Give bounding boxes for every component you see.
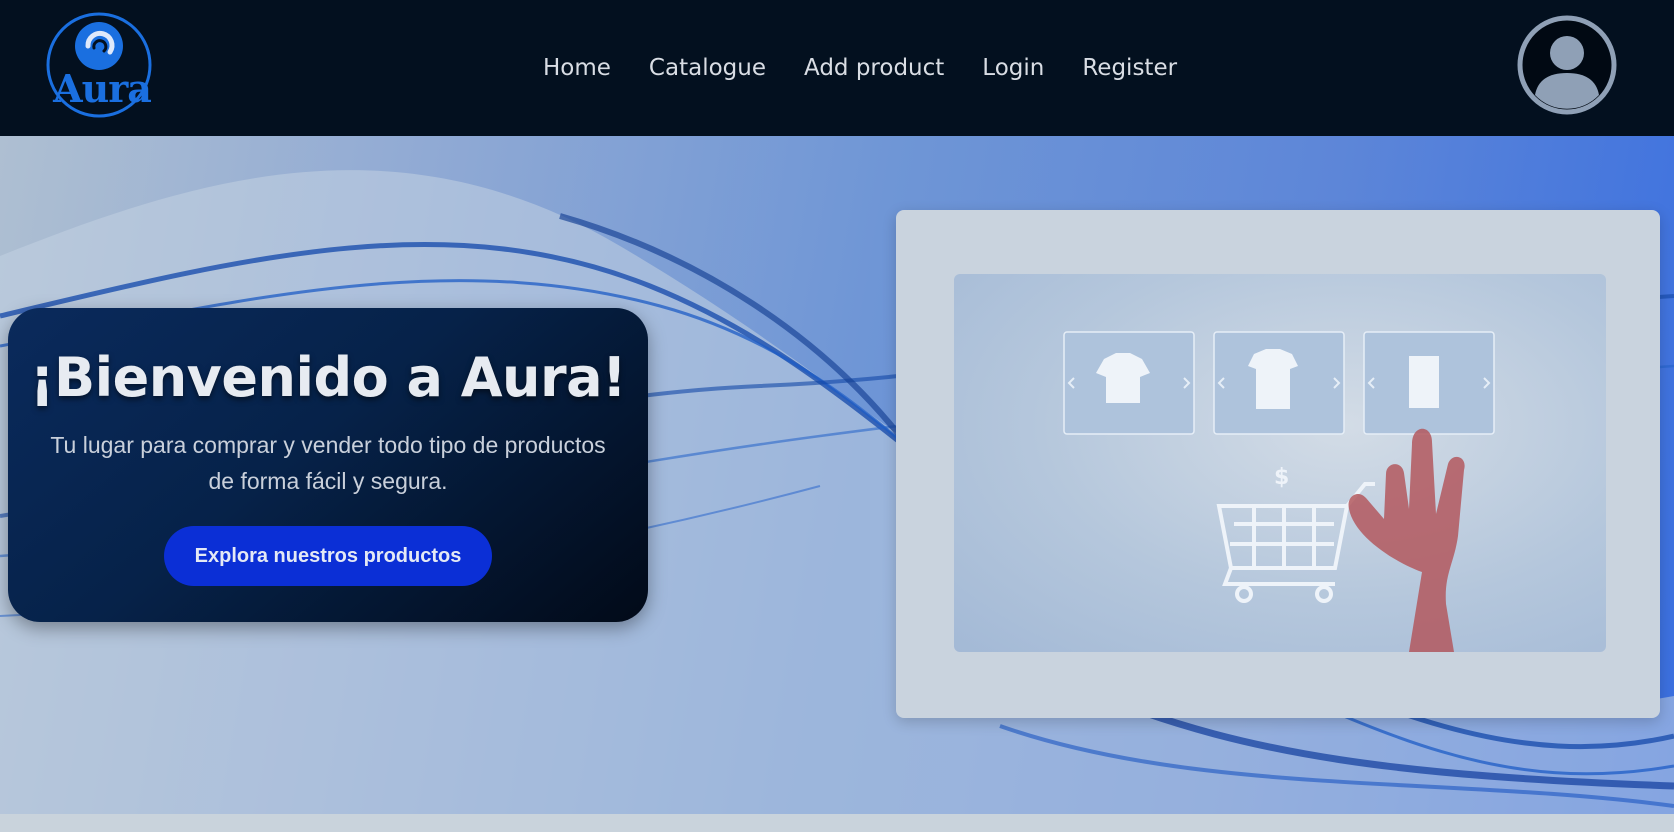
navbar: Aura Home Catalogue Add product Login Re… [0, 0, 1674, 136]
svg-text:$: $ [1274, 465, 1289, 490]
main-nav: Home Catalogue Add product Login Registe… [524, 46, 1196, 90]
bottom-strip [0, 814, 1674, 832]
explore-products-button[interactable]: Explora nuestros productos [164, 526, 492, 586]
shopping-hand-image: $ [954, 274, 1606, 652]
logo-text: Aura [53, 66, 152, 111]
aura-logo[interactable]: Aura [44, 10, 154, 120]
nav-catalogue[interactable]: Catalogue [630, 46, 785, 90]
user-avatar-icon [1517, 15, 1617, 115]
shopping-hand-icon: $ [1063, 331, 1495, 652]
user-avatar-button[interactable] [1517, 15, 1617, 115]
nav-login[interactable]: Login [963, 46, 1063, 90]
welcome-subtitle: Tu lugar para comprar y vender todo tipo… [50, 432, 606, 494]
welcome-title: ¡Bienvenido a Aura! [29, 346, 627, 409]
hero-section: ¡Bienvenido a Aura! Tu lugar para compra… [0, 136, 1674, 814]
nav-home[interactable]: Home [524, 46, 630, 90]
hero-image-card: $ [896, 210, 1660, 718]
welcome-card: ¡Bienvenido a Aura! Tu lugar para compra… [8, 308, 648, 622]
nav-add-product[interactable]: Add product [785, 46, 963, 90]
nav-register[interactable]: Register [1063, 46, 1196, 90]
